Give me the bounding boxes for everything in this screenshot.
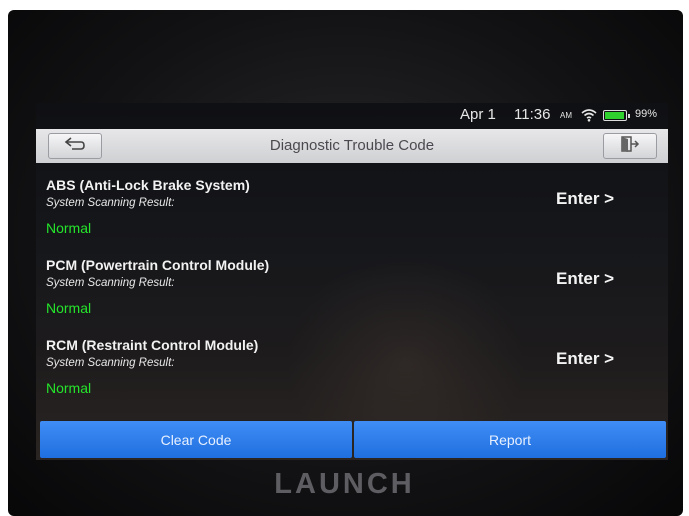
scan-status: Normal [46, 220, 92, 236]
status-ampm: AM [560, 111, 572, 120]
system-item-rcm: RCM (Restraint Control Module) System Sc… [36, 337, 668, 413]
exit-icon [620, 135, 640, 158]
status-time: 11:36 [514, 106, 551, 123]
scan-result-label: System Scanning Result: [46, 357, 175, 369]
system-name: PCM (Powertrain Control Module) [46, 257, 270, 273]
scan-status: Normal [46, 380, 92, 396]
action-bar: Clear Code Report [40, 421, 666, 458]
title-bar: Diagnostic Trouble Code [36, 129, 668, 163]
clear-code-button[interactable]: Clear Code [40, 421, 352, 458]
system-name: ABS (Anti-Lock Brake System) [46, 177, 250, 193]
scan-result-label: System Scanning Result: [46, 277, 175, 289]
wifi-icon [581, 108, 597, 126]
report-button[interactable]: Report [354, 421, 666, 458]
battery-icon [603, 110, 630, 121]
status-date: Apr 1 [460, 106, 496, 123]
enter-button-pcm[interactable]: Enter > [556, 269, 614, 289]
system-name: RCM (Restraint Control Module) [46, 337, 259, 353]
scan-status: Normal [46, 300, 92, 316]
status-bar: Apr 1 11:36 AM 99% [36, 103, 668, 129]
battery-percent: 99% [635, 108, 658, 120]
device-brand-logo: LAUNCH [274, 468, 415, 500]
enter-button-rcm[interactable]: Enter > [556, 349, 614, 369]
scan-result-label: System Scanning Result: [46, 197, 175, 209]
system-item-pcm: PCM (Powertrain Control Module) System S… [36, 257, 668, 333]
exit-button[interactable] [603, 133, 657, 159]
system-item-abs: ABS (Anti-Lock Brake System) System Scan… [36, 177, 668, 253]
enter-button-abs[interactable]: Enter > [556, 189, 614, 209]
page-title: Diagnostic Trouble Code [269, 137, 435, 154]
screen: Apr 1 11:36 AM 99% Diagnostic Trouble Co… [36, 103, 668, 460]
